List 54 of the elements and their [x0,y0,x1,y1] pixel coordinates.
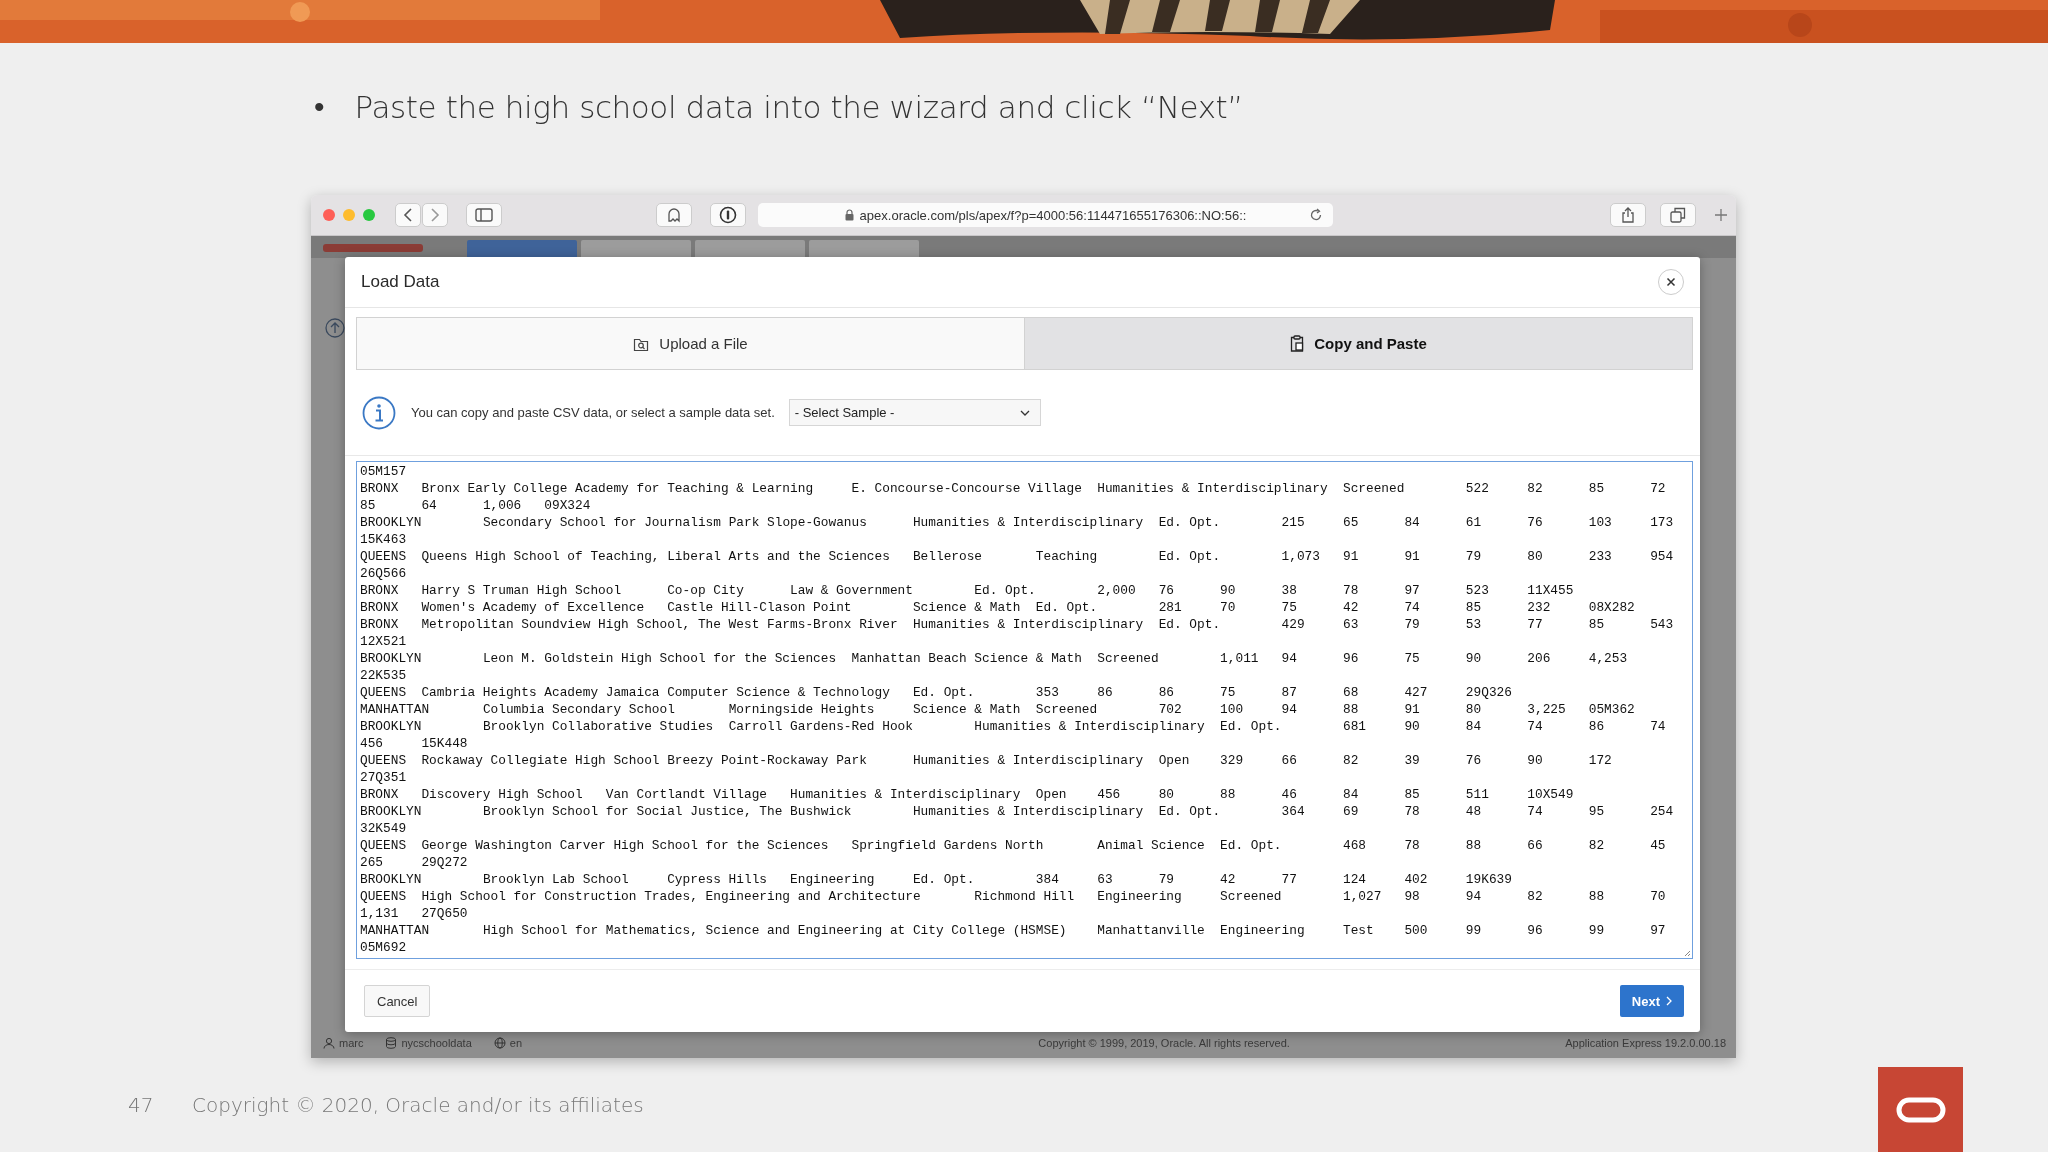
zoom-window-icon[interactable] [363,209,375,221]
reload-icon[interactable] [1309,208,1323,222]
password-manager-icon [719,206,737,224]
cancel-button[interactable]: Cancel [364,985,431,1017]
close-icon [1666,277,1676,287]
clipboard-icon [1290,335,1305,352]
share-button[interactable] [1610,203,1646,227]
header-tab[interactable] [695,240,805,258]
page-number: 47 [128,1093,155,1117]
password-extension-button[interactable] [710,203,746,227]
next-button[interactable]: Next [1619,985,1684,1017]
address-bar[interactable]: apex.oracle.com/pls/apex/f?p=4000:56:114471655176306::NO:56:: [758,203,1333,227]
sidebar-icon [475,208,493,222]
user-name: marc [339,1037,364,1049]
bullet-mark: • [314,89,325,125]
chevron-down-icon [1019,409,1030,416]
forward-button[interactable] [422,203,448,227]
tab[interactable]: Upload a File [357,318,1024,369]
ghost-icon [667,207,681,223]
sample-select[interactable]: - Select Sample - [788,399,1041,426]
info-icon [362,395,396,430]
slide-copyright: Copyright © 2020, Oracle and/or its affiliates [192,1093,644,1117]
header-tab[interactable] [809,240,919,258]
dialog-title: Load Data [361,272,440,292]
back-button[interactable] [395,203,421,227]
sidebar-button[interactable] [466,203,502,227]
language-label: en [509,1037,523,1049]
chevron-right-icon [1666,996,1672,1006]
share-icon [1621,207,1635,223]
version-label: Application Express 19.2.0.00.18 [1565,1037,1726,1049]
header-tab[interactable] [581,240,691,258]
schema-name: nycschooldata [401,1037,472,1049]
ring-icon [1895,1096,1946,1123]
tabs-icon [1670,207,1686,223]
app-copyright: Copyright © 1999, 2019, Oracle. All rights reserved. [1037,1037,1291,1049]
ghost-extension-button[interactable] [656,203,692,227]
tab[interactable]: Copy and Paste [1024,318,1692,369]
tabs-overview-button[interactable] [1660,203,1696,227]
url-text: apex.oracle.com/pls/apex/f?p=4000:56:114471655176306::NO:56:: [859,207,1247,223]
user-icon [323,1037,335,1049]
back-icon [403,208,413,222]
csv-text-area[interactable]: 05M157 BRONX Bronx Early College Academy for Teaching & Learning E. Concourse-Concourse Village Humanities & Interdisciplinary Screened 522 82 85 72 85 64 1,006 09X324 BROOKLYN Secondary School for Journalism Park Slope-Gowanus Humanities & Interdisciplinary Ed. Opt. 215 65 84 61 76 103 173 15K463 QUEENS Queens High School of Teaching, Liberal Arts and the Sciences Bellerose Teaching Ed. Opt. 1,073 91 91 79 80 233 954 26Q566 BRONX Harry S Truman High School Co-op City Law & Government Ed. Opt. 2,000 76 90 38 78 97 523 11X455 BRONX Women's Academy of Excellence Castle Hill-Clason Point Science & Math Ed. Opt. 281 70 75 42 74 85 232 08X282 BRONX Metropolitan Soundview High School, The West Farms-Bronx River Humanities & Interdisciplinary Ed. Opt. 429 63 79 53 77 85 543 12X521 BROOKLYN Leon M. Goldstein High School for the Sciences Manhattan Beach Science & Math Screened 1,011 94 96 75 90 206 4,253 22K535 QUEENS Cambria Heights Academy Jamaica Computer Science & Technology Ed. Opt. 353 86 86 75 87 68 427 29Q326 MANHATTAN Columbia Secondary School Morningside Heights Science & Math Screened 702 100 94 88 91 80 3,225 05M362 BROOKLYN Brooklyn Collaborative Studies Carroll Gardens-Red Hook Humanities & Interdisciplinary Ed. Opt. 681 90 84 74 86 74 456 15K448 QUEENS Rockaway Collegiate High School Breezy Point-Rockaway Park Humanities & Interdisciplinary Open 329 66 82 39 76 90 172 27Q351 BRONX Discovery High School Van Cortlandt Village Humanities & Interdisciplinary Open 456 80 88 46 84 85 511 10X549 BROOKLYN Brooklyn School for Social Justice, The Bushwick Humanities & Interdisciplinary Ed. Opt. 364 69 78 48 74 95 254 32K549 QUEENS George Washington Carver High School for the Sciences Springfield Gardens North Animal Science Ed. Opt. 468 78 88 66 82 45 265 29Q272 BROOKLYN Brooklyn Lab School Cypress Hills Engineering Ed. Opt. 384 63 79 42 77 124 402 19K639 QUEENS High School for Construction Trades, Engineering and Architecture Richmond Hill Engineering Screened 1,027 98 94 82 88 70 1,131 27Q650 MANHATTAN High School for Mathematics, Science and Engineering at City College (HSMSE) Manhattanville Engineering Test 500 99 96 99 97 05M692 [356,461,1693,959]
header-tab[interactable] [467,240,577,258]
lock-icon [844,209,854,221]
close-button[interactable] [1658,269,1684,295]
resize-handle-icon[interactable] [1683,949,1691,957]
info-text: You can copy and paste CSV data, or select a sample data set. [411,405,775,420]
forward-icon [430,208,440,222]
globe-icon [493,1037,506,1049]
new-tab-icon[interactable] [1714,208,1728,222]
database-icon [385,1037,398,1049]
close-window-icon[interactable] [323,209,335,221]
bullet-text: Paste the high school data into the wizard and click “Next” [354,88,1244,127]
upload-icon[interactable] [325,318,345,338]
